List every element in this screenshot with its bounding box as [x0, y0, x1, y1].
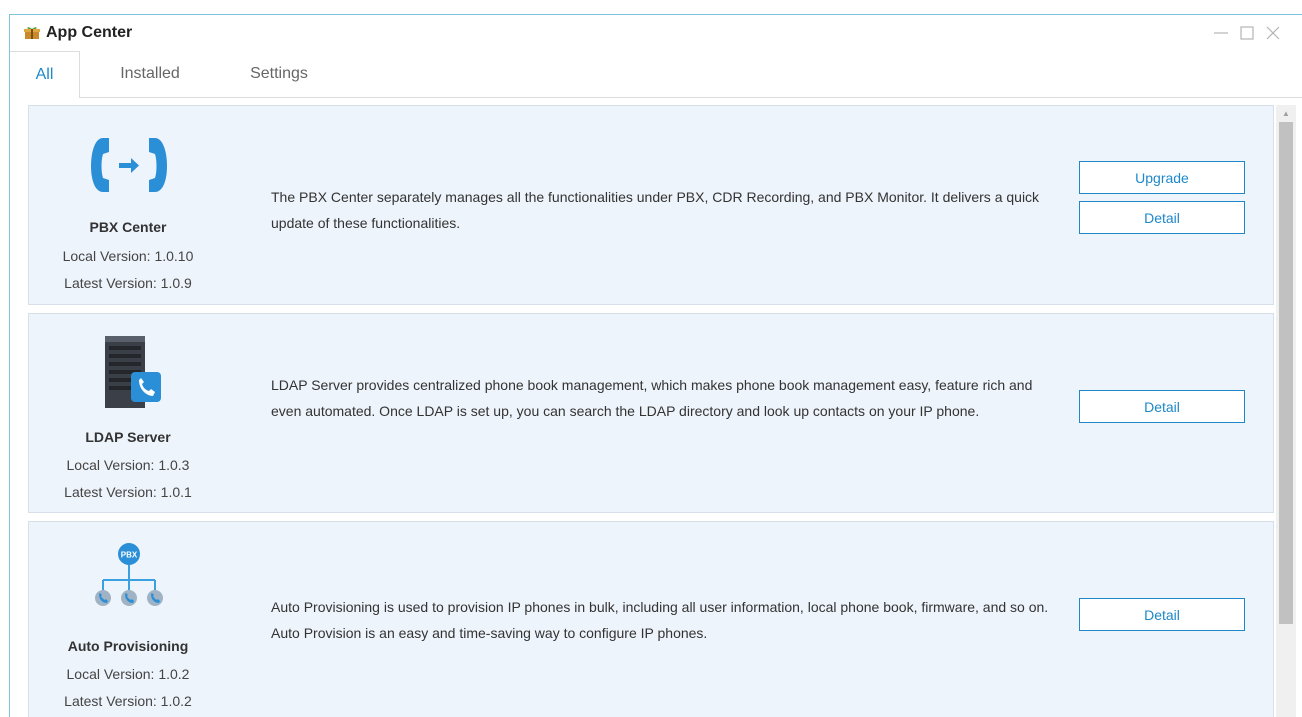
scroll-up-arrow-icon[interactable]: ▲ — [1276, 105, 1296, 121]
ldap-server-icon — [105, 336, 161, 408]
app-description: The PBX Center separately manages all th… — [271, 189, 1040, 231]
upgrade-button[interactable]: Upgrade — [1079, 161, 1245, 194]
tab-installed[interactable]: Installed — [96, 51, 204, 97]
app-card-auto-provisioning: PBX Auto Provisioning Local Version: 1.0… — [28, 521, 1274, 717]
window-title: App Center — [46, 24, 133, 41]
vertical-scrollbar[interactable]: ▲ — [1276, 105, 1296, 717]
app-card-pbx-center: PBX Center Local Version: 1.0.10 Latest … — [28, 105, 1274, 305]
detail-button[interactable]: Detail — [1079, 598, 1245, 631]
local-version: Local Version: 1.0.3 — [66, 457, 190, 473]
title-bar: App Center — [10, 15, 1302, 51]
tab-all[interactable]: All — [10, 51, 80, 98]
latest-version: Latest Version: 1.0.1 — [64, 484, 192, 500]
close-icon[interactable] — [1263, 23, 1283, 43]
app-list: PBX Center Local Version: 1.0.10 Latest … — [28, 105, 1274, 717]
app-card-ldap-server: LDAP Server Local Version: 1.0.3 Latest … — [28, 313, 1274, 513]
tab-settings[interactable]: Settings — [224, 51, 334, 97]
app-center-icon — [24, 27, 40, 39]
app-center-window: App Center All Installed Settings PBX Ce… — [9, 14, 1302, 717]
local-version: Local Version: 1.0.10 — [62, 248, 194, 264]
detail-button[interactable]: Detail — [1079, 390, 1245, 423]
app-name: LDAP Server — [85, 429, 171, 445]
latest-version: Latest Version: 1.0.9 — [64, 275, 192, 291]
tab-bar: All Installed Settings — [10, 51, 1302, 98]
app-name: PBX Center — [89, 219, 167, 235]
local-version: Local Version: 1.0.2 — [66, 666, 190, 682]
minimize-icon[interactable] — [1211, 23, 1231, 43]
scroll-thumb[interactable] — [1279, 122, 1293, 624]
detail-button[interactable]: Detail — [1079, 201, 1245, 234]
auto-provisioning-icon: PBX — [95, 543, 163, 606]
app-name: Auto Provisioning — [67, 638, 189, 654]
pbx-badge-text: PBX — [121, 551, 138, 560]
app-description: LDAP Server provides centralized phone b… — [271, 377, 1033, 419]
maximize-icon[interactable] — [1237, 23, 1257, 43]
app-description: Auto Provisioning is used to provision I… — [271, 599, 1049, 641]
latest-version: Latest Version: 1.0.2 — [64, 693, 192, 709]
pbx-center-icon — [91, 138, 167, 192]
